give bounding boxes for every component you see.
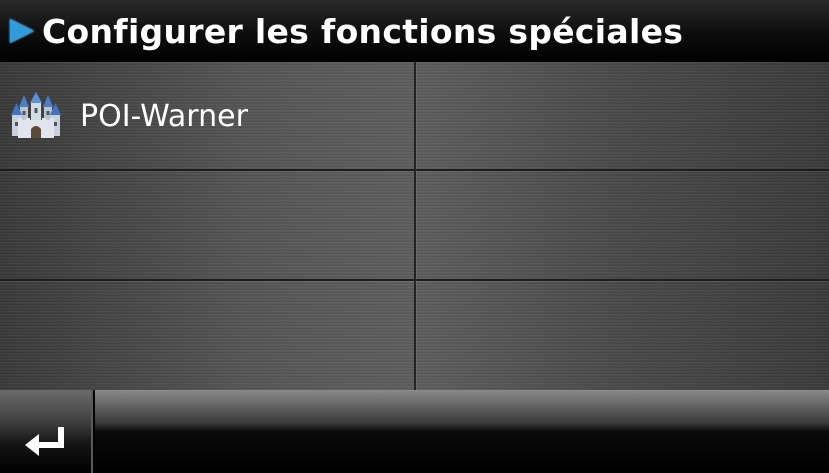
grid-divider: [414, 62, 416, 390]
castle-icon: [11, 92, 61, 138]
return-arrow-icon: [24, 427, 64, 456]
empty-slot: [416, 62, 829, 170]
page-title: Configurer les fonctions spéciales: [42, 11, 684, 51]
menu-item-label: POI-Warner: [80, 98, 248, 134]
play-arrow-icon: [10, 19, 34, 43]
back-button[interactable]: [0, 390, 93, 473]
title-bar: Configurer les fonctions spéciales: [0, 0, 829, 62]
special-functions-screen: Configurer les fonctions spéciales POI-W…: [0, 0, 829, 473]
empty-slot: [0, 170, 414, 280]
status-panel: [95, 390, 829, 473]
empty-slot: [416, 280, 829, 390]
empty-slot: [0, 280, 414, 390]
bottom-bar: [0, 390, 829, 473]
empty-slot: [416, 170, 829, 280]
menu-item-poi-warner[interactable]: POI-Warner: [0, 62, 414, 170]
function-grid: POI-Warner: [0, 62, 829, 390]
